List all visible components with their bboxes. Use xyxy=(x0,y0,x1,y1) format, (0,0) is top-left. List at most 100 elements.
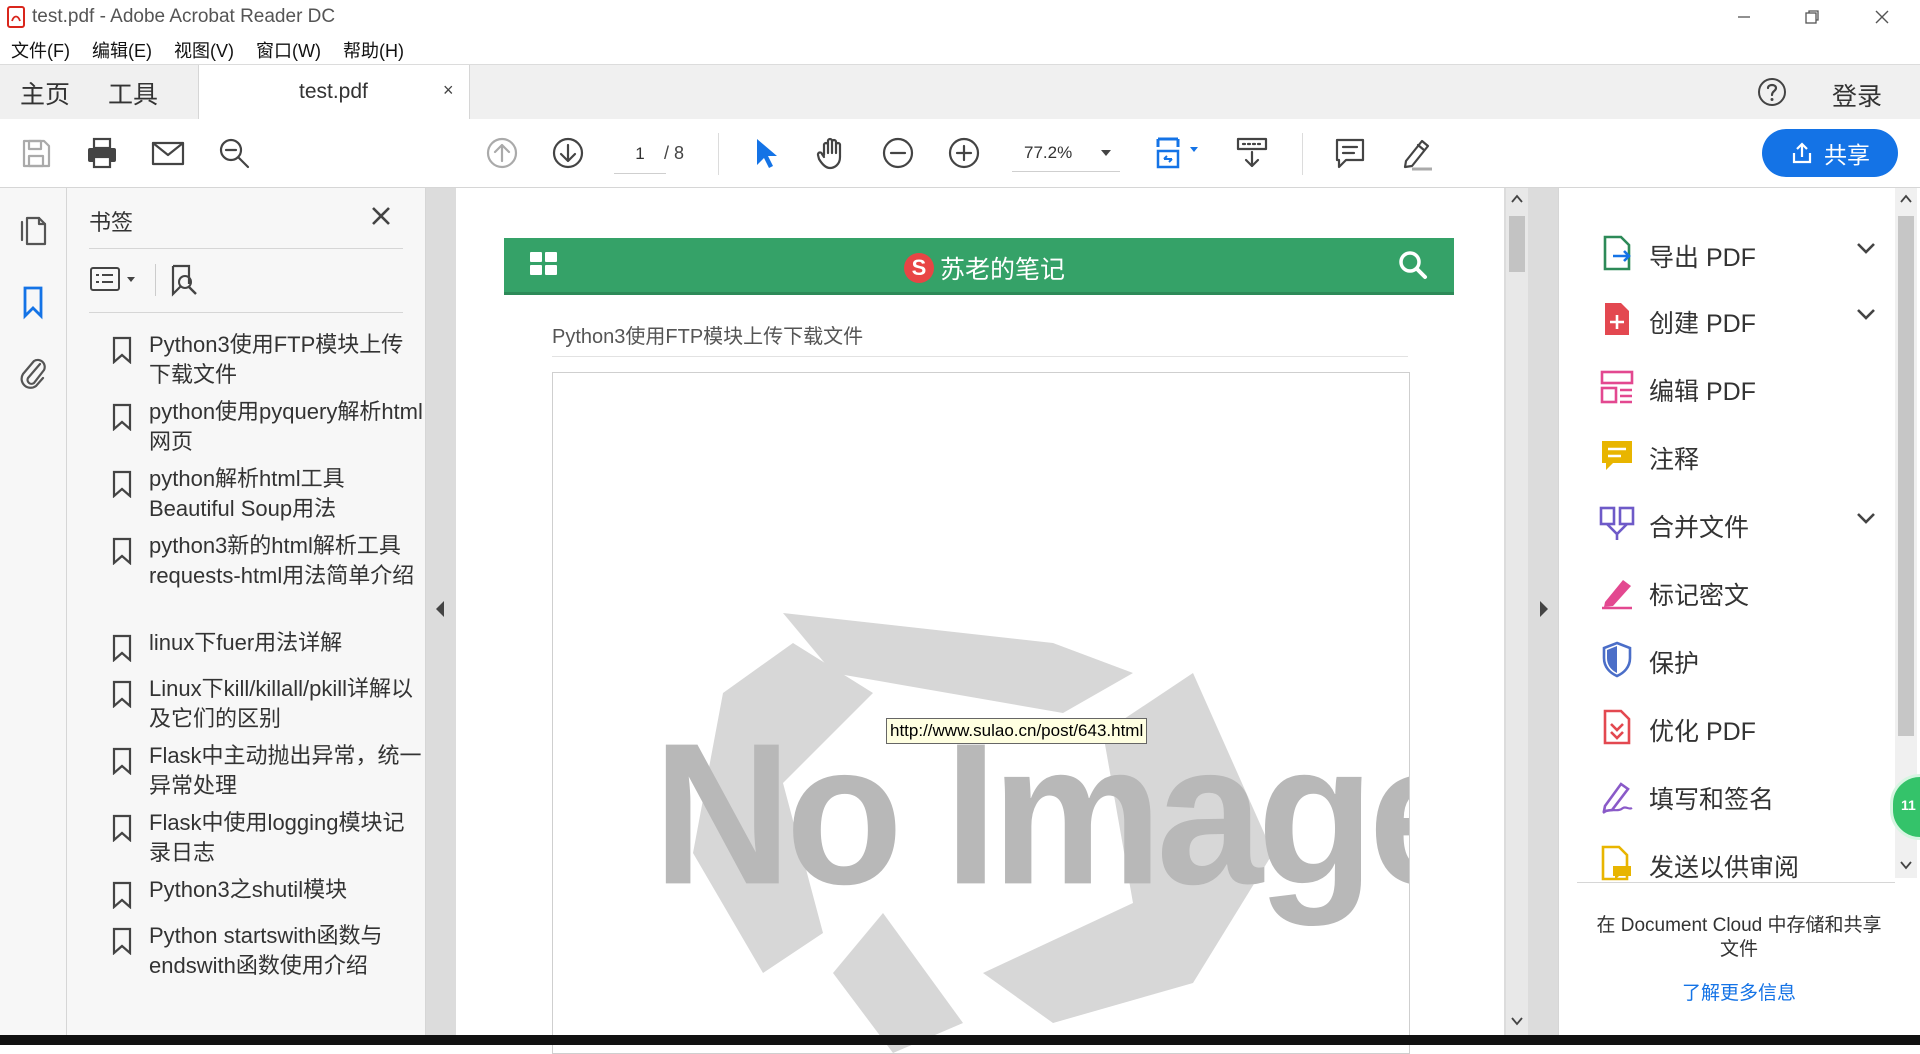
scroll-down-icon[interactable] xyxy=(1511,1016,1523,1026)
bookmark-label: Linux下kill/killall/pkill详解以及它们的区别 xyxy=(149,676,414,731)
scroll-thumb[interactable] xyxy=(1898,216,1914,736)
close-tab-button[interactable]: × xyxy=(443,80,454,101)
bookmark-icon xyxy=(112,537,132,565)
menu-view[interactable]: 视图(V) xyxy=(163,34,245,64)
chevron-down-icon[interactable] xyxy=(1855,240,1877,256)
minimize-button[interactable] xyxy=(1714,0,1774,34)
tab-bar: 主页 工具 test.pdf × 登录 xyxy=(0,64,1920,120)
bookmark-label: Python3之shutil模块 xyxy=(149,877,348,902)
grid-menu-icon xyxy=(530,252,557,275)
chevron-down-icon[interactable] xyxy=(1855,306,1877,322)
scroll-up-icon[interactable] xyxy=(1511,194,1523,204)
search-icon[interactable] xyxy=(214,133,254,173)
bookmark-icon xyxy=(112,881,132,909)
next-page-icon[interactable] xyxy=(548,133,588,173)
acrobat-app-icon xyxy=(7,6,25,28)
bookmark-label: python3新的html解析工具requests-html用法简单介绍 xyxy=(149,533,415,588)
combine-files-icon xyxy=(1599,506,1635,540)
share-button[interactable]: 共享 xyxy=(1762,129,1898,177)
edit-pdf-icon xyxy=(1600,370,1634,404)
pdf-page: S 苏老的笔记 Python3使用FTP模块上传下载文件 No Image ht… xyxy=(456,188,1504,1054)
tab-document[interactable]: test.pdf × xyxy=(198,65,470,120)
tool-label: 填写和签名 xyxy=(1649,786,1775,814)
scroll-up-icon[interactable] xyxy=(1900,194,1912,204)
hand-tool-icon[interactable] xyxy=(812,133,852,173)
article-image-placeholder: No Image xyxy=(552,372,1410,1054)
bookmark-icon xyxy=(112,403,132,431)
previous-page-icon[interactable] xyxy=(482,133,522,173)
bookmarks-panel-title: 书签 xyxy=(89,210,134,235)
tab-tools[interactable]: 工具 xyxy=(108,75,158,111)
help-icon[interactable] xyxy=(1756,76,1788,108)
menu-window[interactable]: 窗口(W) xyxy=(245,34,332,64)
expand-right-panel-icon[interactable] xyxy=(1538,600,1550,618)
bookmark-icon xyxy=(112,814,132,842)
divider xyxy=(552,356,1408,357)
page-number-input[interactable] xyxy=(614,135,666,174)
zoom-out-icon[interactable] xyxy=(878,133,918,173)
menu-file[interactable]: 文件(F) xyxy=(0,34,81,64)
panel-divider xyxy=(89,312,403,313)
highlight-pen-icon[interactable] xyxy=(1396,133,1436,173)
zoom-in-icon[interactable] xyxy=(944,133,984,173)
site-header-banner: S 苏老的笔记 xyxy=(504,238,1454,295)
tool-edit-pdf[interactable]: 编辑 PDF xyxy=(1599,362,1889,412)
attachments-icon[interactable] xyxy=(16,352,50,392)
zoom-value: 77.2% xyxy=(1024,143,1073,162)
bookmark-icon xyxy=(112,470,132,498)
close-window-button[interactable] xyxy=(1852,0,1912,34)
collapse-left-panel-icon[interactable] xyxy=(434,600,446,618)
bookmark-icon xyxy=(112,680,132,708)
close-icon xyxy=(1875,10,1889,24)
tool-label: 优化 PDF xyxy=(1649,718,1756,746)
tab-home[interactable]: 主页 xyxy=(20,75,70,111)
login-button[interactable]: 登录 xyxy=(1832,77,1882,113)
add-comment-icon[interactable] xyxy=(1330,133,1370,173)
toolbar: / 8 77.2% 共享 xyxy=(0,119,1920,188)
bookmarks-icon[interactable] xyxy=(19,284,47,320)
new-bookmark-icon[interactable] xyxy=(167,262,201,298)
tool-comment[interactable]: 注释 xyxy=(1599,430,1889,480)
scroll-down-icon[interactable] xyxy=(1900,860,1912,870)
tool-label: 保护 xyxy=(1649,650,1700,678)
restore-button[interactable] xyxy=(1782,0,1842,34)
share-button-label: 共享 xyxy=(1824,142,1870,168)
tool-redact[interactable]: 标记密文 xyxy=(1599,566,1889,616)
zoom-level-dropdown[interactable]: 77.2% xyxy=(1012,135,1120,172)
print-icon[interactable] xyxy=(82,133,122,173)
document-scrollbar[interactable] xyxy=(1506,188,1528,1035)
document-tab-label: test.pdf xyxy=(299,80,368,103)
menu-help[interactable]: 帮助(H) xyxy=(332,34,415,64)
search-icon xyxy=(1399,251,1427,279)
menu-edit[interactable]: 编辑(E) xyxy=(81,34,163,64)
bookmark-icon xyxy=(112,634,132,662)
page-total: / 8 xyxy=(664,143,685,163)
tool-optimize-pdf[interactable]: 优化 PDF xyxy=(1599,702,1889,752)
save-icon[interactable] xyxy=(16,133,56,173)
tool-combine-files[interactable]: 合并文件 xyxy=(1599,498,1889,548)
scroll-thumb[interactable] xyxy=(1509,216,1525,272)
bookmark-icon xyxy=(112,336,132,364)
learn-more-link[interactable]: 了解更多信息 xyxy=(1589,978,1889,1005)
document-viewport[interactable]: S 苏老的笔记 Python3使用FTP模块上传下载文件 No Image ht… xyxy=(426,188,1558,1054)
select-tool-icon[interactable] xyxy=(746,133,786,173)
tool-label: 标记密文 xyxy=(1649,582,1750,610)
page-thumbnails-icon[interactable] xyxy=(17,212,49,248)
scroll-mode-icon[interactable] xyxy=(1232,133,1272,173)
tool-export-pdf[interactable]: 导出 PDF xyxy=(1599,228,1889,278)
panel-divider xyxy=(1577,882,1895,883)
chevron-down-icon[interactable] xyxy=(1855,510,1877,526)
bookmark-label: linux下fuer用法详解 xyxy=(149,630,343,655)
tool-send-review[interactable]: 发送以供审阅 xyxy=(1599,838,1889,888)
tool-label: 发送以供审阅 xyxy=(1649,854,1800,882)
tool-fill-sign[interactable]: 填写和签名 xyxy=(1599,770,1889,820)
tool-protect[interactable]: 保护 xyxy=(1599,634,1889,684)
navigation-rail xyxy=(0,188,67,1035)
site-logo: S xyxy=(904,253,934,283)
fit-page-icon[interactable] xyxy=(1152,133,1204,173)
close-panel-icon[interactable] xyxy=(367,202,395,230)
email-icon[interactable] xyxy=(148,133,188,173)
bookmark-options-icon[interactable] xyxy=(89,264,141,296)
tool-label: 创建 PDF xyxy=(1649,310,1756,338)
tool-create-pdf[interactable]: 创建 PDF xyxy=(1599,294,1889,344)
